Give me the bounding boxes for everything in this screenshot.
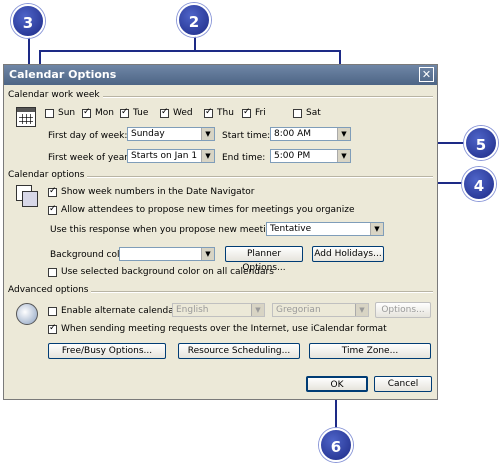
chevron-down-icon: ▼ <box>337 128 350 140</box>
icalendar-label: When sending meeting requests over the I… <box>61 324 387 334</box>
day-mon-checkbox[interactable] <box>82 107 91 118</box>
calendar-checklist-icon <box>16 185 38 207</box>
day-tue-label: Tue <box>133 108 149 118</box>
resource-scheduling-button[interactable]: Resource Scheduling... <box>178 343 300 359</box>
ok-button[interactable]: OK <box>306 376 368 392</box>
dialog-title: Calendar Options <box>9 68 117 81</box>
first-week-value: Starts on Jan 1 <box>131 151 198 161</box>
close-button[interactable]: ✕ <box>419 67 434 82</box>
alt-options-button[interactable]: Options... <box>375 302 431 318</box>
time-zone-button[interactable]: Time Zone... <box>309 343 431 359</box>
alt-calendar-type-value: Gregorian <box>276 305 321 315</box>
day-wed-checkbox[interactable] <box>160 107 169 118</box>
chevron-down-icon: ▼ <box>251 304 264 316</box>
calendar-options-dialog: Calendar Options ✕ Calendar work week Su… <box>3 64 438 400</box>
callout-2-label: 2 <box>188 13 200 31</box>
callout-3-label: 3 <box>22 14 34 32</box>
chevron-down-icon: ▼ <box>355 304 368 316</box>
free-busy-options-button[interactable]: Free/Busy Options... <box>48 343 166 359</box>
enable-alt-calendar-label: Enable alternate calendar: <box>61 306 181 316</box>
title-bar[interactable]: Calendar Options ✕ <box>4 65 437 85</box>
end-time-select[interactable]: 5:00 PM ▼ <box>270 149 351 163</box>
alt-language-select[interactable]: English ▼ <box>172 303 265 317</box>
alt-language-value: English <box>176 305 209 315</box>
callout-5: 5 <box>464 126 498 160</box>
callout-2: 2 <box>177 3 211 37</box>
resource-scheduling-label: Resource Scheduling... <box>187 346 291 356</box>
advanced-options-group-label: Advanced options <box>8 285 92 295</box>
day-wed-label: Wed <box>173 108 193 118</box>
planner-options-button[interactable]: Planner Options... <box>225 246 303 273</box>
add-holidays-label: Add Holidays... <box>314 249 382 259</box>
first-day-select[interactable]: Sunday ▼ <box>127 127 215 141</box>
day-fri-label: Fri <box>255 108 266 118</box>
add-holidays-button[interactable]: Add Holidays... <box>312 246 384 262</box>
use-response-value: Tentative <box>270 224 312 234</box>
callout-4: 4 <box>462 167 496 201</box>
use-response-select[interactable]: Tentative ▼ <box>266 222 384 236</box>
chevron-down-icon: ▼ <box>201 128 214 140</box>
end-time-value: 5:00 PM <box>274 151 311 161</box>
cancel-label: Cancel <box>387 379 419 389</box>
enable-alt-calendar-checkbox[interactable] <box>48 307 57 316</box>
cancel-button[interactable]: Cancel <box>374 376 432 392</box>
background-color-select[interactable]: ▼ <box>119 247 215 261</box>
show-week-numbers-checkbox[interactable] <box>48 186 57 197</box>
use-selected-bg-label: Use selected background color on all cal… <box>61 267 274 277</box>
first-day-label: First day of week: <box>48 131 128 141</box>
day-sun-checkbox[interactable] <box>45 109 54 118</box>
chevron-down-icon: ▼ <box>337 150 350 162</box>
callout-2-leader <box>39 50 340 52</box>
close-icon: ✕ <box>421 68 432 81</box>
chevron-down-icon: ▼ <box>201 248 214 260</box>
work-week-group-label: Calendar work week <box>8 90 103 100</box>
callout-6: 6 <box>319 428 353 462</box>
chevron-down-icon: ▼ <box>370 223 383 235</box>
callout-4-label: 4 <box>473 177 485 195</box>
first-week-label: First week of year: <box>48 153 131 163</box>
allow-propose-checkbox[interactable] <box>48 204 57 215</box>
day-sat-label: Sat <box>306 108 321 118</box>
day-thu-label: Thu <box>217 108 234 118</box>
alt-calendar-type-select[interactable]: Gregorian ▼ <box>272 303 369 317</box>
ok-label: OK <box>330 380 344 390</box>
callout-5-label: 5 <box>475 136 487 154</box>
time-zone-label: Time Zone... <box>341 346 399 356</box>
first-day-value: Sunday <box>131 129 165 139</box>
first-week-select[interactable]: Starts on Jan 1 ▼ <box>127 149 215 163</box>
day-sun-label: Sun <box>58 108 76 118</box>
alt-options-label: Options... <box>381 305 425 315</box>
callout-3: 3 <box>11 4 45 38</box>
day-tue-checkbox[interactable] <box>120 107 129 118</box>
start-time-select[interactable]: 8:00 AM ▼ <box>270 127 351 141</box>
day-fri-checkbox[interactable] <box>242 107 251 118</box>
callout-6-label: 6 <box>330 438 342 456</box>
day-thu-checkbox[interactable] <box>204 107 213 118</box>
icalendar-checkbox[interactable] <box>48 323 57 334</box>
allow-propose-label: Allow attendees to propose new times for… <box>61 205 355 215</box>
start-time-value: 8:00 AM <box>274 129 311 139</box>
calendar-grid-icon <box>16 107 36 127</box>
day-sat-checkbox[interactable] <box>293 109 302 118</box>
free-busy-options-label: Free/Busy Options... <box>61 346 153 356</box>
start-time-label: Start time: <box>222 131 271 141</box>
day-mon-label: Mon <box>95 108 114 118</box>
globe-icon <box>16 303 38 325</box>
show-week-numbers-label: Show week numbers in the Date Navigator <box>61 187 255 197</box>
calendar-options-group-label: Calendar options <box>8 170 88 180</box>
end-time-label: End time: <box>222 153 266 163</box>
use-selected-bg-checkbox[interactable] <box>48 268 57 277</box>
chevron-down-icon: ▼ <box>201 150 214 162</box>
